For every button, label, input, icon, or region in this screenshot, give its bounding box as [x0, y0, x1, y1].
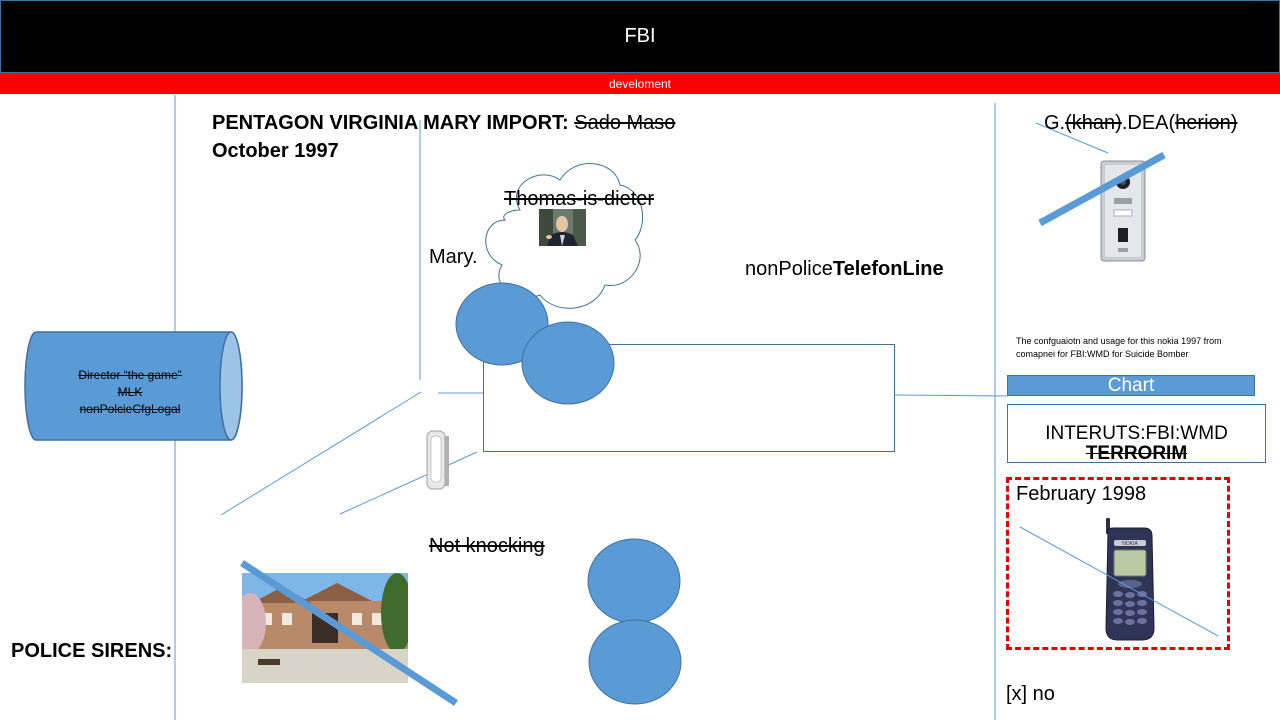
- phone-strike: [1019, 526, 1219, 637]
- slide-canvas: FBI develoment Director “the game” MLK n…: [0, 0, 1280, 720]
- checkbox-no[interactable]: [x] no: [1006, 683, 1055, 706]
